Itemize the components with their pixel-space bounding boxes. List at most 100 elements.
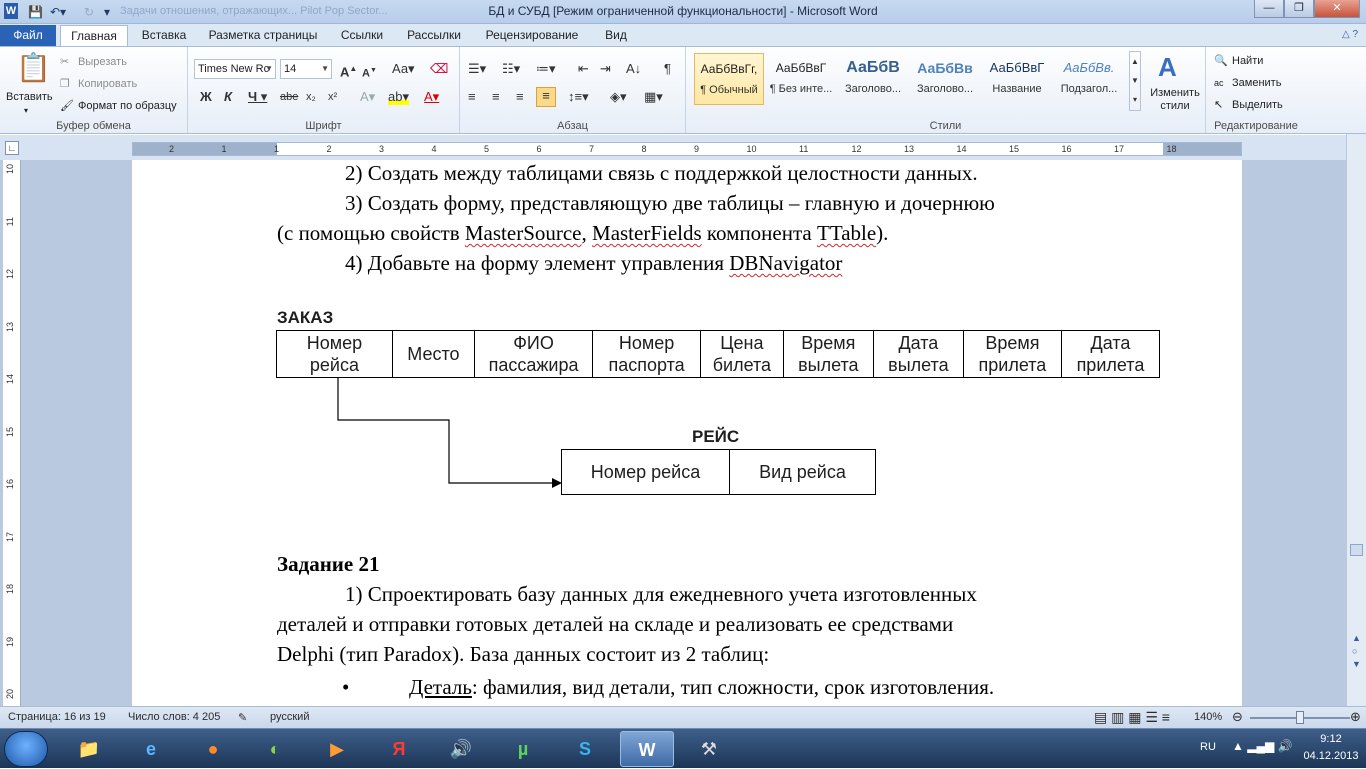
tab-home[interactable]: Главная xyxy=(60,25,128,46)
vertical-ruler-number: 11 xyxy=(5,216,15,226)
borders-icon[interactable]: ▦▾ xyxy=(644,89,663,105)
underline-icon[interactable]: Ч ▾ xyxy=(248,89,267,105)
decrease-indent-icon[interactable]: ⇤ xyxy=(578,61,589,77)
justify-icon[interactable]: ≡ xyxy=(536,87,556,107)
font-size-combo[interactable]: 14 ▼ xyxy=(280,59,332,79)
align-left-icon[interactable]: ≡ xyxy=(468,89,476,105)
tab-file[interactable]: Файл xyxy=(0,25,56,46)
paste-button[interactable]: Вставить xyxy=(6,89,53,105)
style-no-spacing[interactable]: АаБбВвГ ¶ Без инте... xyxy=(766,53,836,105)
close-button[interactable]: ✕ xyxy=(1314,0,1360,18)
clock-date[interactable]: 04.12.2013 xyxy=(1300,750,1362,762)
format-painter-button[interactable]: Формат по образцу xyxy=(78,98,177,114)
firefox-icon[interactable]: ● xyxy=(186,731,240,767)
media-app-icon[interactable]: ◐ xyxy=(248,731,302,767)
shading-icon[interactable]: ◈▾ xyxy=(610,89,627,105)
change-case-icon[interactable]: Аа▾ xyxy=(392,61,415,77)
grow-font-icon[interactable]: A▲ xyxy=(340,61,357,80)
browse-buttons-icon[interactable]: ▲ ○ ▼ xyxy=(1352,632,1361,671)
explorer-icon[interactable]: 📁 xyxy=(62,731,116,767)
zoom-slider-thumb[interactable] xyxy=(1296,711,1304,724)
document-page[interactable]: 2) Создать между таблицами связь с подде… xyxy=(132,160,1242,706)
increase-indent-icon[interactable]: ⇥ xyxy=(600,61,611,77)
paste-dropdown-icon[interactable]: ▾ xyxy=(24,103,28,119)
tab-page-layout[interactable]: Разметка страницы xyxy=(200,25,326,46)
style-name: ¶ Без инте... xyxy=(769,83,833,95)
input-language[interactable]: RU xyxy=(1200,741,1216,753)
style-title[interactable]: АаБбВвГ Название xyxy=(982,53,1052,105)
ruler-number: 4 xyxy=(431,144,437,154)
tab-review[interactable]: Рецензирование xyxy=(476,25,588,46)
style-subtitle[interactable]: АаБбВв. Подзагол... xyxy=(1054,53,1124,105)
tools-icon[interactable]: ⚒ xyxy=(682,731,736,767)
change-styles-icon[interactable]: A xyxy=(1158,53,1177,81)
utorrent-icon[interactable]: µ xyxy=(496,731,550,767)
sort-icon[interactable]: A↓ xyxy=(626,61,641,77)
tab-view[interactable]: Вид xyxy=(594,25,638,46)
font-color-icon[interactable]: A▾ xyxy=(424,89,439,105)
strikethrough-icon[interactable]: abe xyxy=(280,89,298,105)
skype-icon[interactable]: S xyxy=(558,731,612,767)
find-button[interactable]: Найти xyxy=(1232,53,1263,69)
copy-button[interactable]: Копировать xyxy=(78,76,137,92)
highlight-color-icon[interactable]: ab▾ xyxy=(388,89,409,105)
styles-group: АаБбВвГг, ¶ Обычный АаБбВвГ ¶ Без инте..… xyxy=(686,47,1206,133)
clock-time[interactable]: 9:12 xyxy=(1302,733,1360,745)
vertical-ruler-number: 17 xyxy=(5,531,15,542)
change-styles-button[interactable]: Изменить стили xyxy=(1146,87,1204,113)
page-count[interactable]: Страница: 16 из 19 xyxy=(8,711,106,723)
select-button[interactable]: Выделить xyxy=(1232,97,1283,113)
text-effects-icon[interactable]: A▾ xyxy=(360,89,375,105)
line-spacing-icon[interactable]: ↕≡▾ xyxy=(568,89,589,105)
word-taskbar-icon[interactable]: W xyxy=(620,731,674,767)
clear-formatting-icon[interactable]: ⌫ xyxy=(430,61,448,77)
word-count[interactable]: Число слов: 4 205 xyxy=(128,711,220,723)
ribbon-minimize-icon[interactable]: △ ? xyxy=(1342,29,1358,40)
align-right-icon[interactable]: ≡ xyxy=(516,89,524,105)
multilevel-list-icon[interactable]: ≔▾ xyxy=(536,61,556,77)
pilcrow-icon[interactable]: ¶ xyxy=(664,61,671,77)
tab-insert[interactable]: Вставка xyxy=(133,25,195,46)
audio-app-icon[interactable]: 🔊 xyxy=(434,731,488,767)
tab-mailings[interactable]: Рассылки xyxy=(398,25,470,46)
yandex-icon[interactable]: Я xyxy=(372,731,426,767)
zoom-out-icon[interactable]: ⊖ xyxy=(1232,709,1243,725)
restore-button[interactable]: ❐ xyxy=(1284,0,1314,18)
style-normal[interactable]: АаБбВвГг, ¶ Обычный xyxy=(694,53,764,105)
numbering-icon[interactable]: ☷▾ xyxy=(502,61,520,77)
italic-icon[interactable]: К xyxy=(224,89,232,105)
replace-button[interactable]: Заменить xyxy=(1232,75,1281,91)
zoom-level[interactable]: 140% xyxy=(1194,711,1222,723)
proofing-icon[interactable]: ✎ xyxy=(238,711,247,724)
internet-explorer-icon[interactable]: e xyxy=(124,731,178,767)
vertical-ruler-number: 13 xyxy=(5,321,15,332)
vertical-ruler-number: 15 xyxy=(5,426,15,437)
bold-icon[interactable]: Ж xyxy=(200,89,212,105)
scrollbar-thumb[interactable] xyxy=(1350,544,1363,556)
tab-references[interactable]: Ссылки xyxy=(332,25,392,46)
zoom-in-icon[interactable]: ⊕ xyxy=(1350,709,1361,725)
style-heading-1[interactable]: АаБбВ Заголово... xyxy=(838,53,908,105)
tab-selector-icon[interactable]: ∟ xyxy=(5,141,19,155)
subscript-icon[interactable]: x₂ xyxy=(306,89,316,105)
cut-button[interactable]: Вырезать xyxy=(78,54,127,70)
shrink-font-icon[interactable]: A▼ xyxy=(362,63,377,82)
tray-icons[interactable]: ▲ ▂▄▆ 🔊 xyxy=(1232,739,1292,753)
bullets-icon[interactable]: ☰▾ xyxy=(468,61,486,77)
align-center-icon[interactable]: ≡ xyxy=(492,89,500,105)
font-size-value: 14 xyxy=(284,63,297,75)
vertical-ruler[interactable]: 10 11 12 13 14 15 16 17 18 19 20 xyxy=(3,160,21,706)
horizontal-ruler[interactable]: 2 1 1 2 3 4 5 6 7 8 9 10 11 12 13 14 15 16 17 18 xyxy=(132,142,1242,156)
view-buttons-icon[interactable]: ▤ ▥ ▦ ☰ ≡ xyxy=(1094,709,1170,726)
start-button[interactable] xyxy=(4,731,48,767)
minimize-button[interactable]: — xyxy=(1254,0,1284,18)
video-player-icon[interactable]: ▶ xyxy=(310,731,364,767)
styles-scroll-icon[interactable]: ▲ ▼ ▾ xyxy=(1129,51,1141,111)
style-heading-2[interactable]: АаБбВв Заголово... xyxy=(910,53,980,105)
superscript-icon[interactable]: x² xyxy=(328,89,337,105)
font-name-combo[interactable]: Times New Rc ▼ xyxy=(194,59,276,79)
vertical-scrollbar[interactable]: ▲ ○ ▼ xyxy=(1346,134,1366,706)
language-indicator[interactable]: русский xyxy=(270,711,309,723)
paste-icon[interactable]: 📋 xyxy=(16,53,51,83)
vertical-ruler-number: 16 xyxy=(5,479,15,490)
